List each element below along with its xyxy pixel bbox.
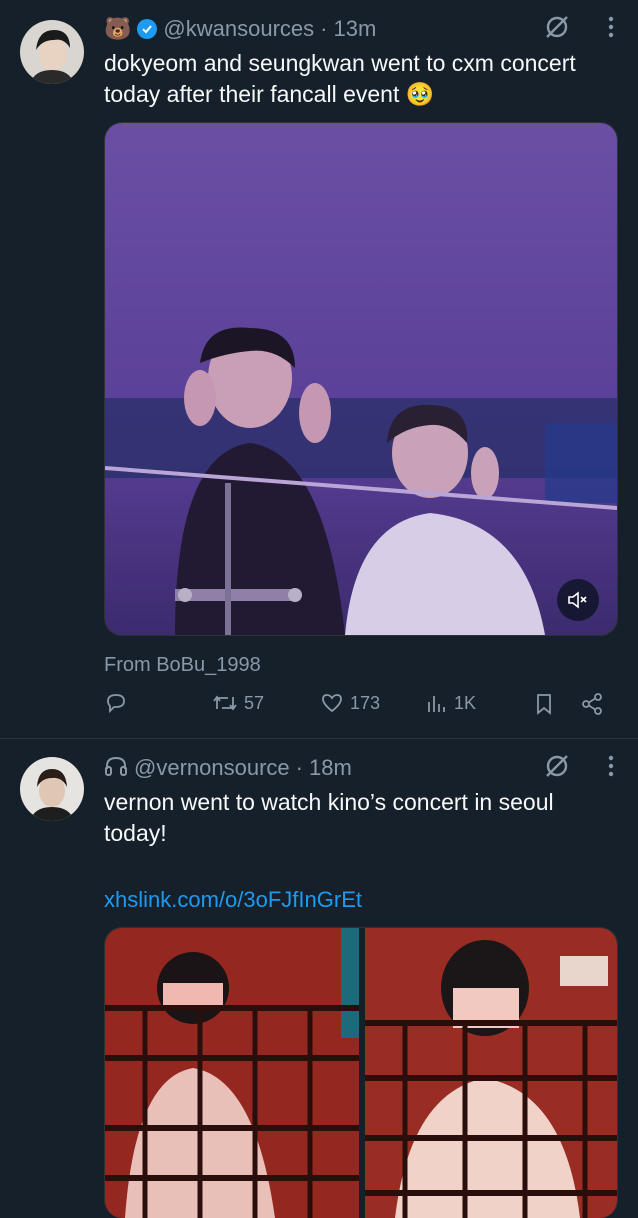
user-handle[interactable]: @vernonsource <box>134 755 290 781</box>
headphones-icon[interactable] <box>104 755 128 781</box>
retweet-count: 57 <box>244 692 265 713</box>
views-icon <box>428 696 445 712</box>
timestamp[interactable]: 18m <box>309 755 352 781</box>
time-separator: · <box>295 755 303 780</box>
share-button[interactable] <box>580 692 604 716</box>
like-count: 173 <box>350 692 381 713</box>
tweet-kwansources[interactable]: 🐻 @kwansources · 13m dokyeom and seungkw… <box>0 0 638 738</box>
photo-pair <box>105 928 617 1218</box>
tweet-text: dokyeom and seungkwan went to cxm concer… <box>104 50 576 107</box>
media-source-attribution[interactable]: From BoBu_1998 <box>104 654 261 677</box>
avatar[interactable] <box>20 757 84 821</box>
views-count: 1K <box>454 692 477 713</box>
tweet-link[interactable]: xhslink.com/o/3oFJfInGrEt <box>104 887 362 913</box>
tweet-top-icons <box>544 14 614 45</box>
verified-badge-icon <box>137 19 158 39</box>
user-handle[interactable]: @kwansources <box>163 16 314 42</box>
tweet-header: 🐻 @kwansources · 13m <box>104 16 376 42</box>
display-name-emoji[interactable]: 🐻 <box>104 18 131 40</box>
tweet-header: @vernonsource · 18m <box>104 755 352 781</box>
grok-icon[interactable] <box>544 14 570 45</box>
image-media-grid[interactable] <box>104 927 618 1218</box>
more-icon[interactable] <box>608 755 614 782</box>
more-icon[interactable] <box>608 16 614 43</box>
bookmark-button[interactable] <box>534 692 554 716</box>
retweet-icon <box>213 695 237 711</box>
tweet-top-icons <box>544 753 614 784</box>
video-media[interactable] <box>104 122 618 636</box>
mute-toggle-button[interactable] <box>557 579 599 621</box>
views-button[interactable]: 1K <box>426 692 476 714</box>
video-thumbnail <box>105 123 617 635</box>
tweet-actions: 57 173 1K <box>104 692 614 726</box>
bookmark-icon <box>537 694 551 715</box>
mute-icon <box>568 591 587 609</box>
time-separator: · <box>320 16 328 41</box>
like-icon <box>322 694 342 713</box>
tweet-vernonsource[interactable]: @vernonsource · 18m vernon went to watch… <box>0 739 638 1218</box>
share-icon <box>582 693 602 715</box>
avatar[interactable] <box>20 20 84 84</box>
timestamp[interactable]: 13m <box>333 16 376 42</box>
retweet-button[interactable]: 57 <box>212 692 264 714</box>
tweet-text: vernon went to watch kino’s concert in s… <box>104 789 554 846</box>
reply-icon <box>107 694 125 714</box>
like-button[interactable]: 173 <box>320 692 380 714</box>
reply-button[interactable] <box>104 692 134 714</box>
grok-icon[interactable] <box>544 753 570 784</box>
